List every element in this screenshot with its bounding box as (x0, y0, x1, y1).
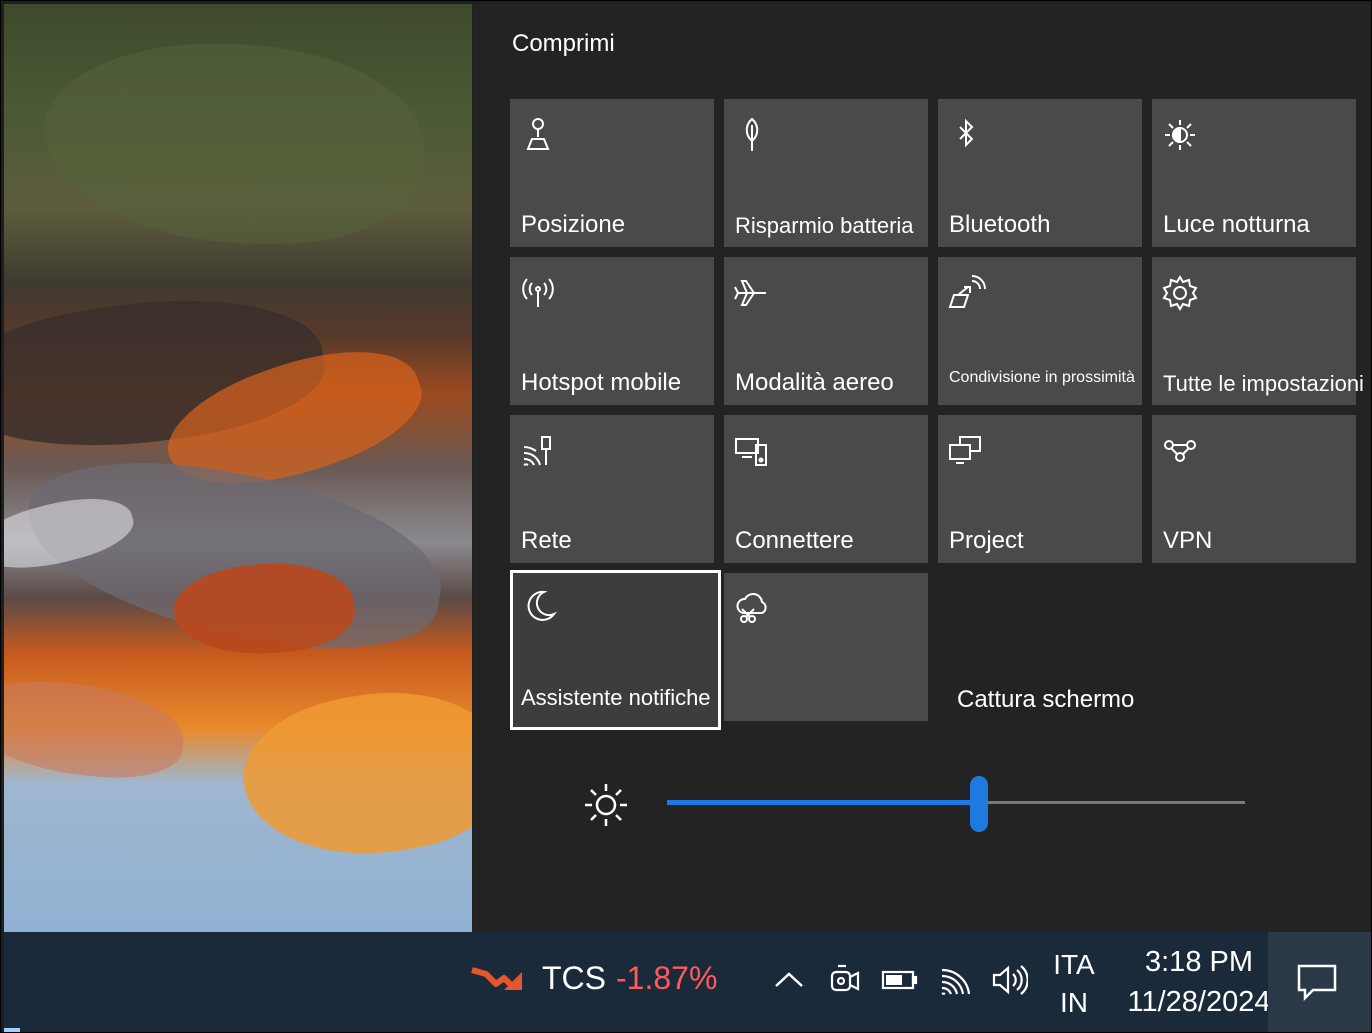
tile-label: Assistente notifiche (521, 685, 711, 710)
wifi-icon[interactable] (938, 962, 976, 998)
brightness-slider[interactable] (667, 776, 1245, 832)
language-code: ITA (1053, 949, 1095, 980)
tile-label: Risparmio batteria (735, 213, 914, 238)
tile-bluetooth[interactable]: Bluetooth (938, 99, 1142, 247)
desktop-wallpaper (4, 4, 472, 932)
tile-project[interactable]: Project (938, 415, 1142, 563)
tile-airplane-mode[interactable]: Modalità aereo (724, 257, 928, 405)
tile-nearby-sharing[interactable]: Condivisione in prossimità (938, 257, 1142, 405)
chevron-up-icon[interactable] (770, 962, 808, 998)
gear-icon (1160, 273, 1200, 313)
brightness-icon (581, 780, 631, 830)
screen-capture-label[interactable]: Cattura schermo (957, 686, 1134, 714)
mobile-hotspot-icon (518, 273, 558, 313)
location-icon (518, 115, 558, 155)
action-center-panel: Comprimi Posizione Risparmio batteria Bl… (473, 4, 1371, 932)
tile-label: Luce notturna (1163, 211, 1310, 238)
clock-date: 11/28/2024 (1127, 986, 1271, 1018)
tile-night-light[interactable]: Luce notturna (1152, 99, 1356, 247)
tile-connect[interactable]: Connettere (724, 415, 928, 563)
tile-label: Posizione (521, 211, 626, 238)
tile-label: Project (949, 527, 1024, 554)
tile-label: Bluetooth (949, 211, 1051, 238)
slider-thumb[interactable] (970, 776, 989, 832)
tile-battery-saver[interactable]: Risparmio batteria (724, 99, 928, 247)
connect-icon (732, 431, 772, 471)
tile-label: Tutte le impostazioni (1163, 371, 1364, 396)
language-region: IN (1060, 987, 1088, 1018)
tile-label: Connettere (735, 527, 854, 554)
tile-label: Hotspot mobile (521, 369, 682, 396)
stock-change[interactable]: -1.87% (616, 960, 717, 997)
battery-saver-icon (732, 115, 772, 155)
taskbar: TCS -1.87% ITA IN 3:18 PM 11/28/2024 (4, 932, 1371, 1032)
bluetooth-icon (946, 115, 986, 155)
stock-ticker[interactable]: TCS (542, 960, 606, 997)
tile-network[interactable]: Rete (510, 415, 714, 563)
tile-label: VPN (1163, 527, 1213, 554)
tile-location[interactable]: Posizione (510, 99, 714, 247)
vpn-icon (1160, 431, 1200, 471)
airplane-icon (732, 273, 772, 313)
tile-all-settings[interactable]: Tutte le impostazioni (1152, 257, 1364, 405)
moon-icon (520, 586, 560, 626)
battery-icon[interactable] (880, 962, 918, 998)
language-indicator[interactable]: ITA IN (1052, 946, 1096, 1022)
slider-fill (667, 800, 980, 805)
meet-now-icon[interactable] (826, 962, 864, 998)
tile-mobile-hotspot[interactable]: Hotspot mobile (510, 257, 714, 405)
collapse-link[interactable]: Comprimi (512, 30, 615, 58)
screen-snip-icon (732, 589, 772, 629)
tile-label: Rete (521, 527, 572, 554)
tile-label: Modalità aereo (735, 369, 894, 396)
volume-icon[interactable] (990, 962, 1029, 998)
tile-screen-snip[interactable] (724, 573, 928, 721)
notification-icon (1297, 964, 1337, 1002)
stock-down-icon[interactable] (470, 962, 526, 998)
taskbar-accent (4, 1028, 20, 1032)
tile-focus-assist[interactable]: Assistente notifiche (510, 570, 721, 730)
night-light-icon (1160, 115, 1200, 155)
nearby-sharing-icon (946, 273, 986, 313)
network-icon (518, 431, 558, 471)
project-icon (946, 431, 986, 471)
tile-label: Condivisione in prossimità (949, 369, 1135, 386)
clock[interactable]: 3:18 PM 11/28/2024 (1126, 942, 1272, 1022)
notification-button[interactable] (1268, 932, 1371, 1032)
screen: Comprimi Posizione Risparmio batteria Bl… (0, 0, 1372, 1033)
clock-time: 3:18 PM (1145, 946, 1253, 978)
tile-vpn[interactable]: VPN (1152, 415, 1356, 563)
